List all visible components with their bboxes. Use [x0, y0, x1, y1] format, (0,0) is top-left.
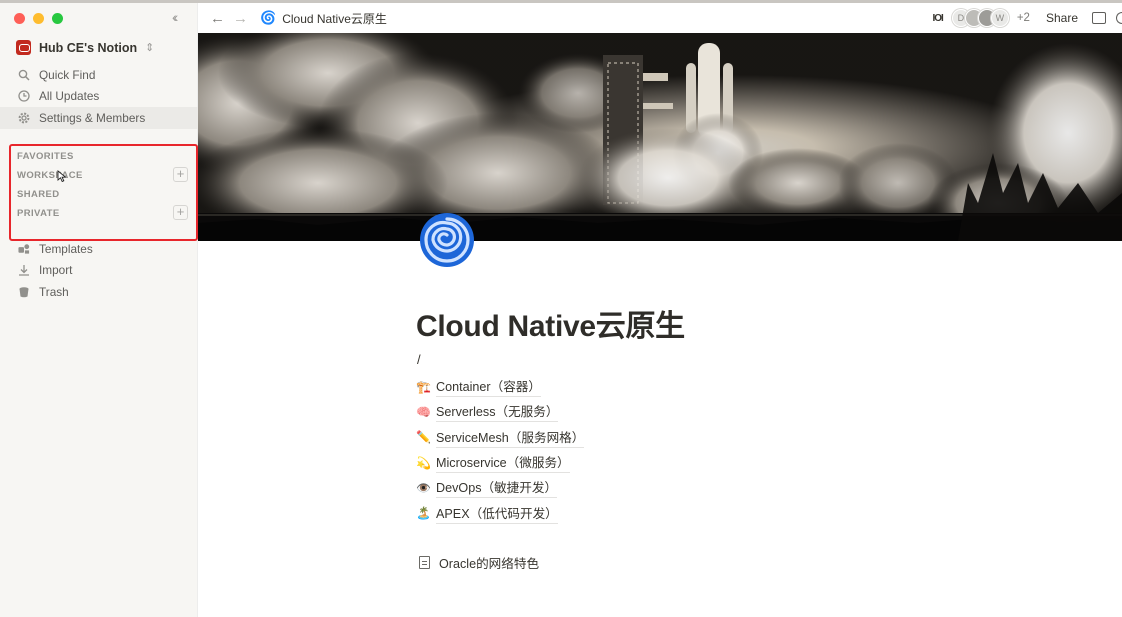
window-controls — [14, 13, 63, 24]
sidebar-nav-bottom: Templates Import Trash — [0, 238, 198, 303]
share-button[interactable]: Share — [1046, 11, 1078, 25]
page-link-container[interactable]: 🏗️ Container（容器） — [416, 374, 584, 399]
cyclone-icon[interactable] — [418, 211, 476, 269]
collapse-sidebar-icon[interactable]: ‹‹ — [172, 9, 179, 25]
page-title[interactable]: Cloud Native云原生 — [416, 301, 685, 345]
cover-image[interactable] — [198, 33, 1122, 241]
sidebar-item-import[interactable]: Import — [0, 260, 198, 282]
page-link-servicemesh[interactable]: ✏️ ServiceMesh（服务网格） — [416, 425, 585, 450]
page-link-label: Serverless（无服务） — [436, 401, 559, 423]
add-workspace-page-button[interactable]: + — [173, 167, 188, 182]
sidebar: ‹‹ Hub CE's Notion ⇕ Quick Find All Upda… — [0, 3, 198, 617]
close-window-button[interactable] — [14, 13, 25, 24]
breadcrumb-page[interactable]: Cloud Native云原生 — [282, 10, 387, 27]
page-link-label: ServiceMesh（服务网格） — [436, 427, 585, 448]
zoom-window-button[interactable] — [52, 13, 63, 24]
cyclone-icon: 🌀 — [260, 10, 277, 25]
avatar[interactable]: W — [990, 9, 1009, 27]
page-link-label: Oracle的网络特色 — [439, 557, 540, 571]
pencil-icon: ✏️ — [416, 430, 431, 445]
page-link-label: DevOps（敏捷开发） — [436, 477, 558, 499]
section-favorites[interactable]: FAVORITES — [17, 151, 74, 162]
workspace-name: Hub CE's Notion — [39, 40, 138, 55]
page-link-label: APEX（低代码开发） — [436, 503, 558, 524]
tool-label[interactable]: IOI — [933, 13, 944, 24]
avatar-group[interactable]: D W — [951, 9, 1009, 27]
sidebar-item-trash[interactable]: Trash — [0, 281, 198, 303]
top-bar: ← → 🌀 Cloud Native云原生 IOI D W +2 Share — [198, 3, 1122, 33]
trash-icon — [18, 286, 30, 298]
comment-icon[interactable] — [1092, 12, 1106, 24]
island-icon: 🏝️ — [416, 506, 431, 521]
minimize-window-button[interactable] — [33, 13, 44, 24]
page-link-label: Microservice（微服务） — [436, 452, 570, 474]
sidebar-item-quick-find[interactable]: Quick Find — [0, 64, 198, 86]
extra-members-count[interactable]: +2 — [1017, 12, 1030, 24]
workspace-logo-icon — [16, 40, 31, 55]
dizzy-icon: 💫 — [416, 455, 431, 470]
notion-window: ‹‹ Hub CE's Notion ⇕ Quick Find All Upda… — [0, 3, 1122, 617]
clock-icon — [18, 90, 30, 102]
page-link-list: 🏗️ Container（容器） 🧠 Serverless（无服务） ✏️ Se… — [416, 374, 585, 526]
import-icon — [18, 264, 30, 276]
sidebar-item-label: Import — [39, 263, 73, 278]
eye-icon: 👁️ — [416, 480, 431, 495]
page-link-microservice[interactable]: 💫 Microservice（微服务） — [416, 450, 584, 475]
page-link-oracle[interactable]: Oracle的网络特色 — [416, 553, 539, 572]
page-link-devops[interactable]: 👁️ DevOps（敏捷开发） — [416, 475, 584, 500]
sidebar-item-label: Templates — [39, 241, 93, 256]
workspace-switcher[interactable]: Hub CE's Notion ⇕ — [16, 40, 154, 55]
add-private-page-button[interactable]: + — [173, 205, 188, 220]
page-link-label: Container（容器） — [436, 376, 541, 398]
sidebar-item-label: Quick Find — [39, 67, 96, 82]
mouse-pointer-icon — [57, 170, 67, 182]
brain-icon: 🧠 — [416, 404, 431, 419]
sidebar-item-label: All Updates — [39, 89, 100, 104]
construction-icon: 🏗️ — [416, 379, 431, 394]
sidebar-item-templates[interactable]: Templates — [0, 238, 198, 260]
slash-command-text[interactable]: / — [417, 352, 421, 367]
document-icon — [419, 556, 430, 569]
sidebar-item-label: Settings & Members — [39, 110, 146, 125]
chevron-updown-icon: ⇕ — [145, 42, 155, 54]
forward-arrow-icon[interactable]: → — [233, 10, 248, 27]
section-workspace[interactable]: WORKSPACE — [17, 170, 83, 181]
back-arrow-icon[interactable]: ← — [210, 10, 225, 27]
section-shared[interactable]: SHARED — [17, 189, 60, 200]
page-link-serverless[interactable]: 🧠 Serverless（无服务） — [416, 399, 584, 424]
templates-icon — [18, 243, 30, 255]
sidebar-item-all-updates[interactable]: All Updates — [0, 86, 198, 108]
sidebar-item-settings[interactable]: Settings & Members — [0, 107, 198, 129]
updates-icon[interactable] — [1116, 12, 1122, 24]
gear-icon — [18, 112, 30, 124]
sidebar-item-label: Trash — [39, 284, 69, 299]
search-icon — [18, 69, 30, 81]
top-right-actions: IOI D W +2 Share — [933, 3, 1122, 33]
sections-highlight-box: FAVORITES WORKSPACE + SHARED PRIVATE + — [9, 144, 198, 241]
sidebar-nav: Quick Find All Updates Settings & Member… — [0, 64, 198, 129]
main-content: ← → 🌀 Cloud Native云原生 IOI D W +2 Share C… — [198, 3, 1122, 617]
section-private[interactable]: PRIVATE — [17, 208, 60, 219]
page-link-apex[interactable]: 🏝️ APEX（低代码开发） — [416, 500, 584, 525]
